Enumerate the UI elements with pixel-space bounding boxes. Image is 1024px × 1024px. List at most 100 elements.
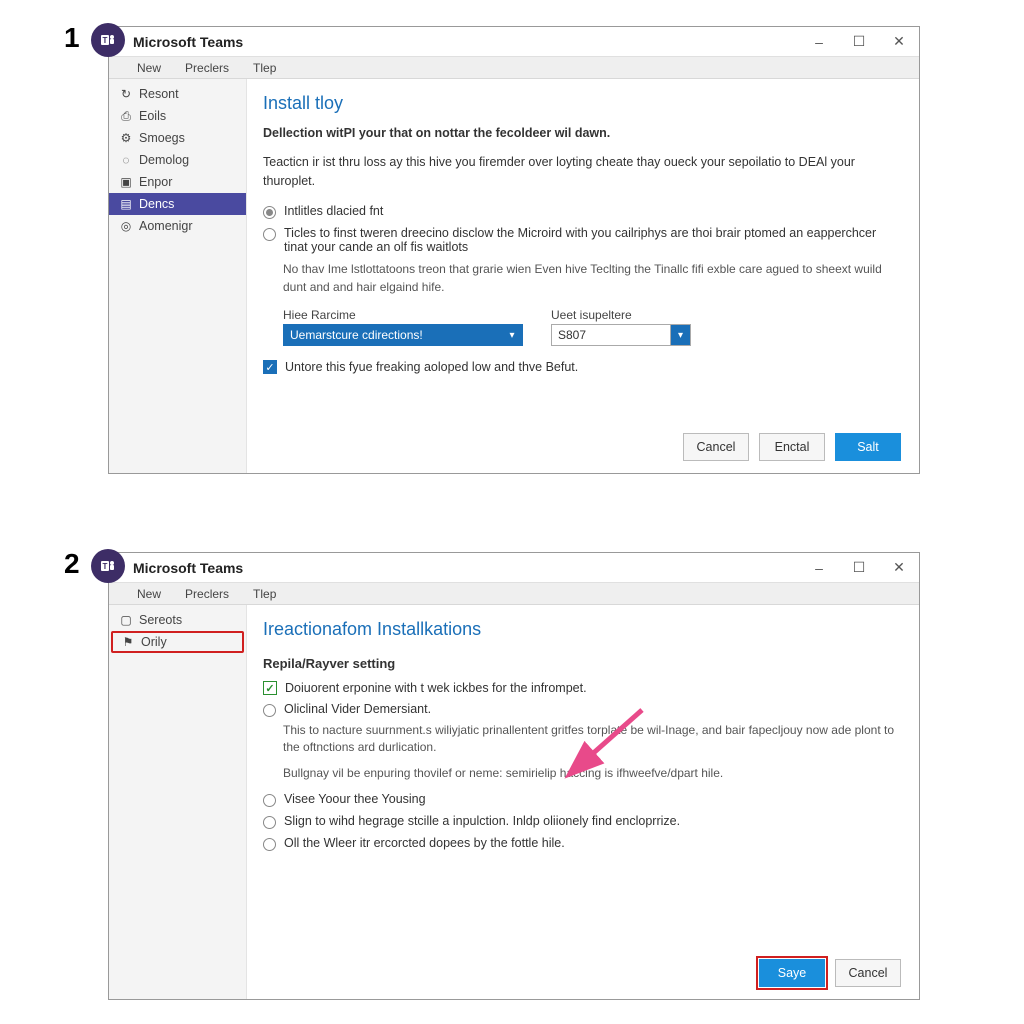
- menu-tip[interactable]: Tlep: [253, 587, 276, 601]
- cancel-button[interactable]: Cancel: [683, 433, 749, 461]
- description-2: Teacticn ir ist thru loss ay this hive y…: [263, 153, 901, 191]
- section-subtitle: Repila/Rayver setting: [263, 656, 901, 671]
- flag-icon: ⚑: [121, 635, 135, 649]
- window-1: T Microsoft Teams – ☐ ✕ New Preclers Tle…: [108, 26, 920, 474]
- sidebar: ▢ Sereots ⚑ Orily: [109, 605, 247, 999]
- teams-icon: T: [100, 32, 116, 48]
- radio-option-1[interactable]: Intlitles dlacied fnt: [263, 204, 901, 219]
- titlebar: T Microsoft Teams – ☐ ✕: [109, 27, 919, 57]
- main-panel: Install tloy Dellection witPI your that …: [247, 79, 919, 473]
- box-icon: ▢: [119, 613, 133, 627]
- sidebar-label: Resont: [139, 87, 179, 101]
- option-description-a1: This to nacture suurnment.s wiliyjatic p…: [283, 722, 901, 757]
- svg-text:T: T: [103, 36, 108, 45]
- footer-buttons: Cancel Enctal Salt: [263, 423, 901, 461]
- option-label: Slign to wihd hegrage stcille a inpulcti…: [284, 814, 680, 828]
- teams-icon: T: [100, 558, 116, 574]
- checkbox-row[interactable]: ✓ Untore this fyue freaking aoloped low …: [263, 360, 901, 374]
- sidebar-label: Eoils: [139, 109, 166, 123]
- radio-icon: [263, 704, 276, 717]
- sidebar-label: Smoegs: [139, 131, 185, 145]
- field1-value: Uemarstcure cdirections!: [290, 328, 423, 342]
- sidebar-label: Orily: [141, 635, 167, 649]
- save-button[interactable]: Saye: [759, 959, 825, 987]
- radio-option-b[interactable]: Visee Yoour thee Yousing: [263, 792, 901, 807]
- app-logo: T: [91, 549, 125, 583]
- app-logo: T: [91, 23, 125, 57]
- check-icon: ✓: [263, 681, 277, 695]
- sidebar-item-orily[interactable]: ⚑ Orily: [111, 631, 244, 653]
- main-panel: Ireactionafom Installkations Repila/Rayv…: [247, 605, 919, 999]
- sidebar-label: Enpor: [139, 175, 172, 189]
- field2-label: Ueet isupeltere: [551, 308, 691, 322]
- window-controls: – ☐ ✕: [799, 28, 919, 56]
- checkbox-label: Untore this fyue freaking aoloped low an…: [285, 360, 578, 374]
- ring-icon: ◎: [119, 219, 133, 233]
- step-number-2: 2: [64, 548, 80, 580]
- field1-label: Hiee Rarcime: [283, 308, 523, 322]
- sub-description: No thav Ime lstlottatoons treon that gra…: [283, 261, 901, 296]
- circle-icon: ◌: [119, 153, 133, 167]
- refresh-icon: ↻: [119, 87, 133, 101]
- minimize-button[interactable]: –: [799, 554, 839, 582]
- field2-value: S807: [558, 328, 586, 342]
- sidebar-label: Aomenigr: [139, 219, 193, 233]
- sidebar-label: Demolog: [139, 153, 189, 167]
- menubar: New Preclers Tlep: [109, 57, 919, 79]
- option-label: Oliclinal Vider Demersiant.: [284, 702, 431, 716]
- enctal-button[interactable]: Enctal: [759, 433, 825, 461]
- sidebar-label: Dencs: [139, 197, 174, 211]
- radio-option-d[interactable]: Oll the Wleer itr ercorcted dopees by th…: [263, 836, 901, 851]
- menu-tip[interactable]: Tlep: [253, 61, 276, 75]
- cancel-button[interactable]: Cancel: [835, 959, 901, 987]
- checkbox-icon: ✓: [263, 360, 277, 374]
- svg-text:T: T: [103, 562, 108, 571]
- option-label: Oll the Wleer itr ercorcted dopees by th…: [284, 836, 565, 850]
- radio-option-c[interactable]: Slign to wihd hegrage stcille a inpulcti…: [263, 814, 901, 829]
- radio-label: Ticles to finst tweren dreecino disclow …: [284, 226, 901, 254]
- gear-icon: ⚙: [119, 131, 133, 145]
- titlebar: T Microsoft Teams – ☐ ✕: [109, 553, 919, 583]
- menubar: New Preclers Tlep: [109, 583, 919, 605]
- close-button[interactable]: ✕: [879, 554, 919, 582]
- sidebar-item-smoegs[interactable]: ⚙ Smoegs: [109, 127, 246, 149]
- page-title: Install tloy: [263, 93, 901, 114]
- page-title: Ireactionafom Installkations: [263, 619, 901, 640]
- minimize-button[interactable]: –: [799, 28, 839, 56]
- radio-icon: [263, 794, 276, 807]
- sidebar-item-dencs[interactable]: ▤ Dencs: [109, 193, 246, 215]
- step-number-1: 1: [64, 22, 80, 54]
- field1-dropdown[interactable]: Uemarstcure cdirections! ▾: [283, 324, 523, 346]
- checkbox-option-1[interactable]: ✓ Doiuorent erponine with t wek ickbes f…: [263, 681, 901, 695]
- sidebar-item-aomenigr[interactable]: ◎ Aomenigr: [109, 215, 246, 237]
- sidebar-item-enpor[interactable]: ▣Enpor: [109, 171, 246, 193]
- description-1: Dellection witPI your that on nottar the…: [263, 124, 901, 143]
- close-button[interactable]: ✕: [879, 28, 919, 56]
- sidebar-item-demolog[interactable]: ◌ Demolog: [109, 149, 246, 171]
- list-icon: ▤: [119, 197, 133, 211]
- sidebar-label: Sereots: [139, 613, 182, 627]
- menu-new[interactable]: New: [137, 61, 161, 75]
- option-label: Visee Yoour thee Yousing: [284, 792, 426, 806]
- radio-icon: [263, 816, 276, 829]
- option-description-a2: Bullgnay vil be enpuring thovilef or nem…: [283, 765, 901, 782]
- menu-prefs[interactable]: Preclers: [185, 587, 229, 601]
- maximize-button[interactable]: ☐: [839, 554, 879, 582]
- sidebar-item-eoils[interactable]: ⎙Eoils: [109, 105, 246, 127]
- window-2: T Microsoft Teams – ☐ ✕ New Preclers Tle…: [108, 552, 920, 1000]
- app-title: Microsoft Teams: [133, 34, 243, 50]
- maximize-button[interactable]: ☐: [839, 28, 879, 56]
- window-controls: – ☐ ✕: [799, 554, 919, 582]
- chevron-down-icon: ▾: [670, 325, 690, 345]
- sidebar-item-resont[interactable]: ↻ Resont: [109, 83, 246, 105]
- radio-option-a[interactable]: Oliclinal Vider Demersiant.: [263, 702, 901, 717]
- radio-icon: [263, 228, 276, 241]
- menu-new[interactable]: New: [137, 587, 161, 601]
- chevron-down-icon: ▾: [502, 325, 522, 345]
- option-label: Doiuorent erponine with t wek ickbes for…: [285, 681, 587, 695]
- menu-prefs[interactable]: Preclers: [185, 61, 229, 75]
- radio-option-2[interactable]: Ticles to finst tweren dreecino disclow …: [263, 226, 901, 254]
- sidebar-item-sereots[interactable]: ▢ Sereots: [109, 609, 246, 631]
- field2-dropdown[interactable]: S807 ▾: [551, 324, 691, 346]
- salt-button[interactable]: Salt: [835, 433, 901, 461]
